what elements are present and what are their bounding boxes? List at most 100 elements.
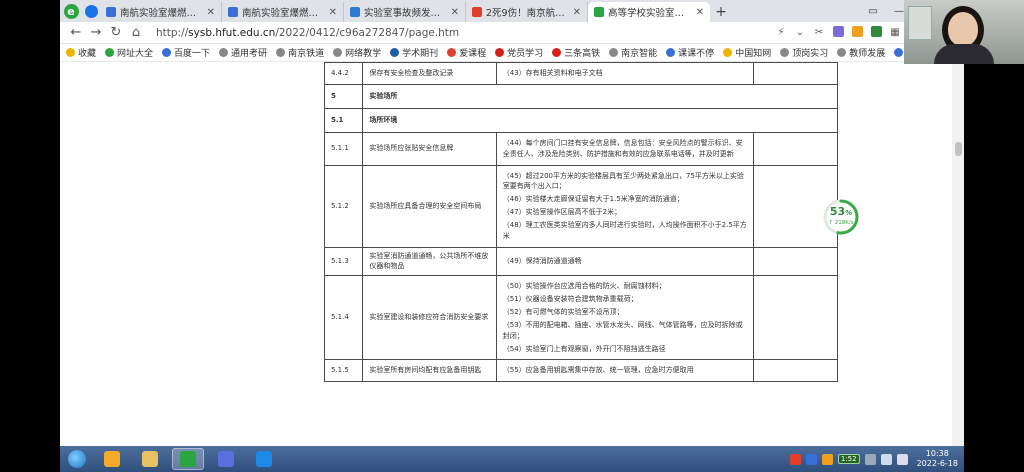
tray-app-icon[interactable] xyxy=(789,453,801,465)
bookmark-item[interactable]: 三条高铁 xyxy=(552,46,600,59)
meeting-icon xyxy=(256,451,272,467)
item-name: 实验室所有房间均配有应急备用钥匙 xyxy=(362,359,497,383)
item-name: 实验室消防通道通畅，公共场所不堆放仪器和物品 xyxy=(362,246,497,277)
bookmark-item[interactable]: 通用考研 xyxy=(219,46,267,59)
store-icon xyxy=(104,451,120,467)
network-icon[interactable] xyxy=(880,453,892,465)
bookmark-favicon-icon xyxy=(219,48,229,57)
tab-close-icon[interactable]: ✕ xyxy=(329,7,337,18)
tab-close-icon[interactable]: ✕ xyxy=(207,7,215,18)
bookmark-favicon-icon xyxy=(894,48,904,57)
network-speed-gauge[interactable]: 53% ↑ 218K/s xyxy=(822,198,860,236)
taskbar-app-wps[interactable] xyxy=(210,448,242,470)
back-icon[interactable]: ← xyxy=(66,25,86,40)
bookmark-item[interactable]: 中国知网 xyxy=(723,46,771,59)
empty-cell xyxy=(753,62,838,85)
explorer-icon xyxy=(142,451,158,467)
bookmark-item[interactable]: 学术期刊 xyxy=(390,46,438,59)
bookmark-item[interactable]: 教师发展 xyxy=(837,46,885,59)
requirements-cell: （43）存有相关资料和电子文档 xyxy=(495,62,755,85)
requirement-text: （53）不用的配电箱、插座、水管水龙头、网线、气体管路等，应及时拆除或封闭； xyxy=(502,320,743,340)
requirement-text: （47）实验室操作区层高不低于2米； xyxy=(502,208,622,217)
bookmark-item[interactable]: 百度一下 xyxy=(162,46,210,59)
bookmark-item[interactable]: 课课不停 xyxy=(666,46,714,59)
start-button[interactable] xyxy=(64,447,90,471)
clock-time: 10:38 xyxy=(925,449,949,459)
taskbar-app-explorer[interactable] xyxy=(134,448,166,470)
bookmark-item[interactable]: 顶岗实习 xyxy=(780,46,828,59)
bookmark-item[interactable]: 南京铁道 xyxy=(276,46,324,59)
row-number: 5.1.1 xyxy=(323,131,364,166)
bookmark-item[interactable]: 网络教学 xyxy=(333,46,381,59)
empty-cell xyxy=(753,131,838,166)
bookmark-favicon-icon xyxy=(390,48,400,57)
tab-close-icon[interactable]: ✕ xyxy=(573,7,581,18)
url-field[interactable]: http:// sysb.hfut.edu.cn /2022/0412/c96a… xyxy=(156,27,716,39)
tab-favicon-icon xyxy=(228,7,238,17)
requirement-text: （55）应急备用钥匙需集中存放、统一管理，应急时方便取用 xyxy=(502,366,694,375)
page-scrollbar[interactable] xyxy=(952,62,964,446)
url-host: sysb.hfut.edu.cn xyxy=(188,26,276,39)
bookmark-favicon-icon xyxy=(162,48,172,57)
bookmark-item[interactable]: 南京智能 xyxy=(609,46,657,59)
extension-icon[interactable] xyxy=(832,25,844,40)
shield-icon[interactable] xyxy=(851,25,863,40)
scroll-thumb[interactable] xyxy=(955,142,962,156)
requirement-text: （50）实验操作台应选用合格的防火、耐腐蚀材料； xyxy=(502,282,666,291)
wallet-icon[interactable] xyxy=(870,25,882,40)
browser-logo-icon[interactable]: e xyxy=(60,0,82,22)
tray-notify-icon[interactable] xyxy=(821,453,833,465)
tab-favicon-icon xyxy=(106,7,116,17)
tab-close-icon[interactable]: ✕ xyxy=(451,7,459,18)
bookmark-favicon-icon xyxy=(495,48,505,57)
requirements-cell: （44）每个房间门口挂有安全信息牌，信息包括：安全风险点的警示标识、安全责任人、… xyxy=(495,131,755,166)
bookmark-label: 南京铁道 xyxy=(288,49,325,59)
item-name: 保存有安全检查及整改记录 xyxy=(362,62,497,85)
bookmark-label: 学术期刊 xyxy=(402,49,439,59)
tab-1[interactable]: 南航实验室爆燃，致2死9伤 ✕ xyxy=(222,2,344,22)
lightning-icon[interactable]: ⚡ xyxy=(775,27,787,38)
bookmark-item[interactable]: 收藏 xyxy=(66,46,96,59)
tab-2[interactable]: 实验室事故频发，安全隐患 ✕ xyxy=(344,2,466,22)
section-row: 5 实验场所 xyxy=(323,83,838,109)
cut-icon[interactable]: ✂ xyxy=(813,27,825,38)
apps-grid-icon[interactable]: ▦ xyxy=(889,27,901,38)
tab-3[interactable]: 2死9伤！南京航空大学 ✕ xyxy=(466,2,588,22)
tab-4[interactable]: 高等学校实验室安全检查 ✕ xyxy=(588,2,710,22)
tray-flag-icon[interactable] xyxy=(864,453,876,465)
clock[interactable]: 10:38 2022-6-18 xyxy=(917,449,958,468)
presenter-body xyxy=(934,44,994,64)
bookmark-label: 顶岗实习 xyxy=(792,49,829,59)
bookmark-label: 网络教学 xyxy=(345,49,382,59)
new-tab-button[interactable]: + xyxy=(710,2,732,22)
bookmark-label: 教师发展 xyxy=(849,49,886,59)
sidebar-toggle-icon[interactable] xyxy=(82,0,100,22)
taskbar-app-meeting[interactable] xyxy=(248,448,280,470)
table-row: 5.1.3 实验室消防通道通畅，公共场所不堆放仪器和物品 （49）保持消防通道通畅 xyxy=(323,246,838,277)
tile-button[interactable]: ▭ xyxy=(860,6,886,17)
address-dropdown-icon[interactable]: ⌄ xyxy=(794,27,806,38)
page-content: 4.4.2 保存有安全检查及整改记录 （43）存有相关资料和电子文档 5 实验场所 5.1… xyxy=(60,62,964,446)
taskbar-app-browser[interactable] xyxy=(172,448,204,470)
wps-icon xyxy=(218,451,234,467)
row-number: 5.1.5 xyxy=(323,359,364,383)
volume-icon[interactable] xyxy=(896,453,908,465)
forward-icon[interactable]: → xyxy=(86,25,106,40)
bookmark-item[interactable]: 党员学习 xyxy=(495,46,543,59)
bookmark-item[interactable]: 爱课程 xyxy=(447,46,486,59)
home-icon[interactable]: ⌂ xyxy=(126,25,146,40)
requirement-text: （43）存有相关资料和电子文档 xyxy=(502,69,603,77)
bookmark-item[interactable]: 网址大全 xyxy=(105,46,153,59)
tray-help-icon[interactable] xyxy=(805,453,817,465)
bookmark-label: 爱课程 xyxy=(459,49,487,59)
row-number: 5.1 xyxy=(323,107,364,133)
battery-indicator[interactable]: 1:52 xyxy=(837,454,860,464)
taskbar-app-store[interactable] xyxy=(96,448,128,470)
bookmark-favicon-icon xyxy=(105,48,115,57)
section-title: 实验场所 xyxy=(362,83,838,109)
webcam-overlay xyxy=(904,0,1024,64)
tab-label: 高等学校实验室安全检查 xyxy=(608,8,692,19)
tab-0[interactable]: 南航实验室爆燃致2死9伤 ✕ xyxy=(100,2,222,22)
reload-icon[interactable]: ↻ xyxy=(106,25,126,40)
tab-close-icon[interactable]: ✕ xyxy=(696,7,704,18)
